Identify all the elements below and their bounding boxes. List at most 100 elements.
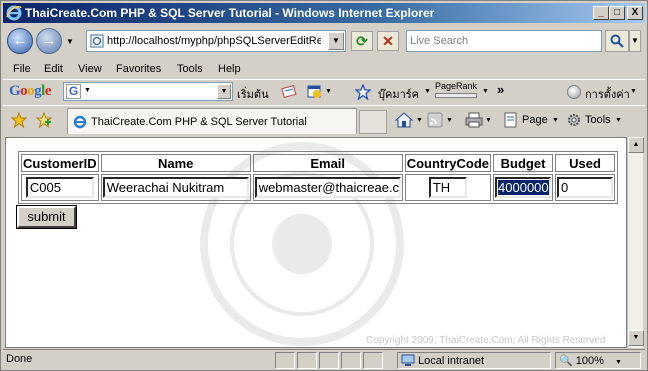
minimize-button[interactable]: _ bbox=[593, 6, 609, 20]
add-favorites-icon[interactable] bbox=[36, 112, 52, 128]
favorites-star-icon[interactable] bbox=[11, 112, 27, 128]
customerid-field[interactable]: C005 bbox=[25, 177, 94, 198]
status-pane-empty-3 bbox=[319, 352, 339, 369]
forward-button[interactable]: → bbox=[36, 28, 62, 54]
menu-favorites[interactable]: Favorites bbox=[116, 63, 161, 75]
menu-edit[interactable]: Edit bbox=[44, 63, 63, 75]
search-button[interactable] bbox=[605, 30, 629, 52]
print-dropdown-icon[interactable]: ▼ bbox=[485, 117, 492, 124]
pagerank-label: PageRank bbox=[435, 81, 478, 91]
page-dropdown-icon[interactable]: ▼ bbox=[552, 117, 559, 124]
feeds-dropdown-icon[interactable]: ▼ bbox=[446, 117, 453, 124]
page-menu-icon bbox=[504, 112, 517, 128]
history-dropdown-icon[interactable]: ▼ bbox=[66, 37, 74, 46]
tab-bar: ThaiCreate.Com PHP & SQL Server Tutorial… bbox=[3, 105, 645, 134]
status-pane-empty-5 bbox=[363, 352, 383, 369]
back-arrow-icon: ← bbox=[12, 32, 28, 49]
cell-name: Weerachai Nukitram bbox=[100, 174, 251, 201]
status-pane-empty-1 bbox=[275, 352, 295, 369]
cell-customerid: C005 bbox=[21, 174, 99, 201]
home-icon[interactable] bbox=[395, 111, 413, 129]
address-bar[interactable]: http://localhost/myphp/phpSQLServerEditR… bbox=[86, 30, 346, 52]
tools-dropdown-icon[interactable]: ▼ bbox=[615, 117, 622, 124]
refresh-button[interactable]: ⟳ bbox=[351, 31, 373, 51]
window-title: ThaiCreate.Com PHP & SQL Server Tutorial… bbox=[25, 6, 435, 20]
maximize-button[interactable]: □ bbox=[609, 6, 625, 20]
page-menu-button[interactable]: Page bbox=[522, 114, 548, 126]
vertical-scrollbar[interactable]: ▲ ▼ bbox=[627, 137, 644, 348]
google-toolbar: Google G ▼ ▼ เริ่มต้น ▼ บุ๊คมาร์ค ▼ Page… bbox=[3, 79, 645, 103]
header-budget: Budget bbox=[493, 154, 554, 172]
page-icon bbox=[90, 34, 104, 48]
google-bookmarks-button[interactable]: บุ๊คมาร์ค bbox=[378, 85, 419, 103]
bookmarks-dropdown-icon[interactable]: ▼ bbox=[424, 88, 431, 95]
header-countrycode: CountryCode bbox=[404, 154, 492, 172]
menu-help[interactable]: Help bbox=[218, 63, 241, 75]
stop-icon: ✕ bbox=[382, 33, 394, 49]
menu-view[interactable]: View bbox=[78, 63, 102, 75]
back-button[interactable]: ← bbox=[7, 28, 33, 54]
zoom-dropdown-icon[interactable]: ▼ bbox=[615, 359, 622, 366]
feeds-icon[interactable] bbox=[427, 112, 443, 128]
budget-field[interactable]: 4000000 bbox=[495, 177, 552, 198]
search-icon bbox=[610, 34, 624, 48]
countrycode-field[interactable]: TH bbox=[428, 177, 467, 198]
security-zone-label: Local intranet bbox=[418, 355, 485, 367]
zoom-control[interactable]: 🔍 100% ▼ bbox=[555, 352, 641, 369]
customer-table: CustomerID Name Email CountryCode Budget… bbox=[18, 151, 619, 204]
email-field[interactable]: webmaster@thaicreae.c bbox=[254, 177, 401, 198]
ie-logo-icon bbox=[6, 5, 22, 21]
search-dropdown-icon[interactable]: ▼ bbox=[629, 30, 641, 52]
menu-bar: File Edit View Favorites Tools Help bbox=[3, 61, 645, 79]
scroll-down-icon[interactable]: ▼ bbox=[628, 330, 644, 346]
google-news-icon[interactable] bbox=[281, 84, 297, 100]
tools-menu-button[interactable]: Tools bbox=[585, 114, 611, 126]
settings-dropdown-icon[interactable]: ▼ bbox=[630, 88, 637, 95]
tab-current[interactable]: ThaiCreate.Com PHP & SQL Server Tutorial bbox=[67, 108, 357, 134]
zoom-level: 100% bbox=[575, 355, 604, 367]
google-history-dropdown-icon[interactable]: ▼ bbox=[217, 84, 231, 99]
new-tab-button[interactable] bbox=[359, 110, 387, 134]
menu-tools[interactable]: Tools bbox=[177, 63, 203, 75]
more-tools-icon[interactable]: » bbox=[497, 82, 504, 97]
search-input[interactable]: Live Search bbox=[406, 30, 602, 52]
popup-dropdown-icon[interactable]: ▼ bbox=[325, 88, 332, 95]
google-settings-button[interactable]: การตั้งค่า bbox=[585, 85, 630, 103]
gear-icon bbox=[568, 114, 580, 126]
pagerank-bar bbox=[435, 93, 477, 98]
table-header-row: CustomerID Name Email CountryCode Budget… bbox=[21, 154, 616, 172]
address-toolbar: ← → ▼ http://localhost/myphp/phpSQLServe… bbox=[3, 25, 645, 59]
page-content: CustomerID Name Email CountryCode Budget… bbox=[5, 137, 627, 348]
forward-arrow-icon: → bbox=[41, 32, 57, 49]
stop-button[interactable]: ✕ bbox=[377, 31, 399, 51]
url-text[interactable]: http://localhost/myphp/phpSQLServerEditR… bbox=[107, 35, 321, 47]
close-button[interactable]: X bbox=[627, 6, 643, 20]
print-icon[interactable] bbox=[465, 112, 483, 128]
cell-used: 0 bbox=[555, 174, 616, 201]
table-row: C005 Weerachai Nukitram webmaster@thaicr… bbox=[21, 174, 616, 201]
pagerank-dropdown-icon[interactable]: ▼ bbox=[482, 88, 489, 95]
browser-window: ThaiCreate.Com PHP & SQL Server Tutorial… bbox=[0, 0, 648, 371]
status-pane-empty-2 bbox=[297, 352, 317, 369]
menu-file[interactable]: File bbox=[13, 63, 31, 75]
google-logo: Google bbox=[9, 83, 52, 99]
tab-ie-icon bbox=[73, 115, 87, 129]
tab-title: ThaiCreate.Com PHP & SQL Server Tutorial bbox=[91, 116, 307, 128]
name-field[interactable]: Weerachai Nukitram bbox=[102, 177, 249, 198]
submit-button[interactable]: submit bbox=[16, 205, 77, 229]
used-field[interactable]: 0 bbox=[557, 177, 614, 198]
google-popup-blocker-icon[interactable] bbox=[307, 84, 323, 100]
security-zone[interactable]: Local intranet bbox=[397, 352, 551, 369]
google-engine-dropdown-icon[interactable]: ▼ bbox=[84, 87, 91, 94]
bookmarks-star-icon[interactable] bbox=[355, 84, 371, 100]
scroll-up-icon[interactable]: ▲ bbox=[628, 137, 644, 153]
budget-selected-text: 4000000 bbox=[498, 180, 549, 195]
settings-wrench-icon[interactable] bbox=[567, 85, 581, 99]
google-start-button[interactable]: เริ่มต้น bbox=[237, 85, 269, 103]
home-dropdown-icon[interactable]: ▼ bbox=[416, 117, 423, 124]
cell-countrycode: TH bbox=[404, 174, 492, 201]
header-used: Used bbox=[555, 154, 616, 172]
google-search-input[interactable]: G ▼ ▼ bbox=[63, 82, 233, 101]
cell-budget: 4000000 bbox=[493, 174, 554, 201]
address-dropdown-icon[interactable]: ▼ bbox=[328, 32, 344, 50]
